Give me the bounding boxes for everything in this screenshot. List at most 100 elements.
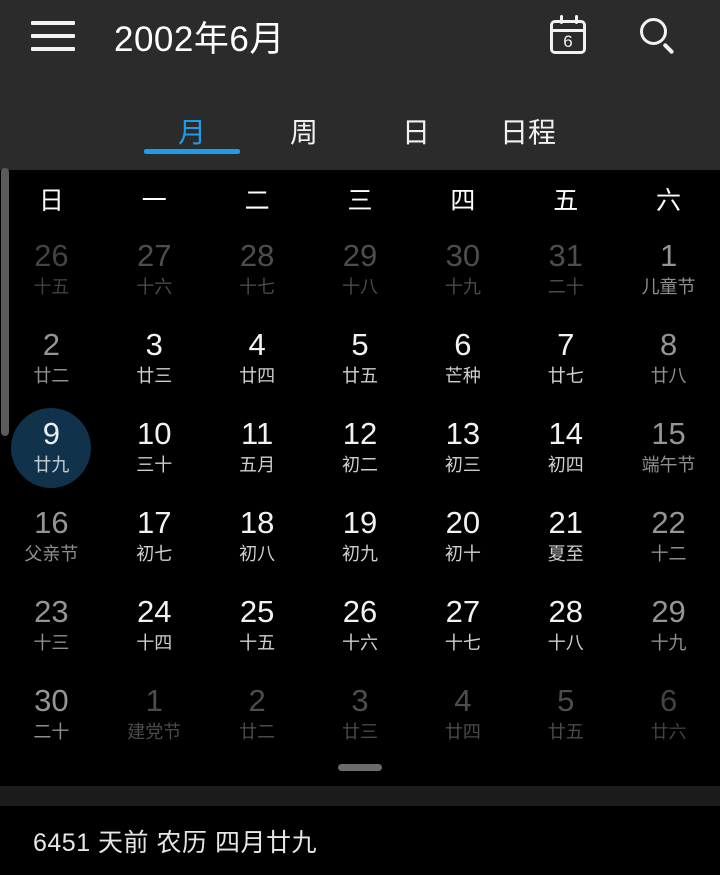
day-cell[interactable]: 11 五月 [206, 406, 309, 495]
day-cell[interactable]: 14 初四 [514, 406, 617, 495]
day-lunar-label: 五月 [239, 455, 276, 475]
day-cell[interactable]: 30 十九 [411, 228, 514, 317]
day-number: 2 [248, 683, 266, 718]
day-cell[interactable]: 5 廿五 [309, 317, 412, 406]
day-lunar-label: 廿二 [33, 366, 70, 386]
day-number: 27 [137, 238, 172, 273]
day-cell[interactable]: 5 廿五 [514, 673, 617, 762]
scrollbar-thumb[interactable] [1, 168, 9, 436]
day-number: 12 [342, 416, 378, 451]
day-number: 5 [351, 327, 369, 362]
day-lunar-label: 初四 [547, 455, 584, 475]
day-cell[interactable]: 22 十二 [617, 495, 720, 584]
day-cell[interactable]: 20 初十 [411, 495, 514, 584]
day-cell[interactable]: 16 父亲节 [0, 495, 103, 584]
day-cell[interactable]: 27 十七 [411, 584, 514, 673]
day-cell[interactable]: 15 端午节 [617, 406, 720, 495]
sheet-drag-handle[interactable] [338, 764, 382, 771]
tab-week[interactable]: 周 [248, 95, 360, 154]
view-tabs: 月 周 日 日程 [0, 95, 720, 170]
day-number: 11 [241, 416, 274, 451]
day-cell[interactable]: 31 二十 [514, 228, 617, 317]
calendar-icon-day-number: 6 [563, 32, 573, 51]
tab-day[interactable]: 日 [360, 95, 472, 154]
day-lunar-label: 廿五 [341, 366, 378, 386]
day-number: 22 [651, 505, 686, 540]
day-cell[interactable]: 8 廿八 [617, 317, 720, 406]
day-lunar-label: 廿四 [239, 366, 276, 386]
tab-agenda[interactable]: 日程 [472, 95, 584, 154]
day-cell[interactable]: 29 十九 [617, 584, 720, 673]
day-number: 8 [659, 327, 678, 362]
day-cell[interactable]: 4 廿四 [206, 317, 309, 406]
day-cell[interactable]: 21 夏至 [514, 495, 617, 584]
day-cell[interactable]: 26 十五 [0, 228, 103, 317]
day-cell[interactable]: 24 十四 [103, 584, 206, 673]
day-cell[interactable]: 28 十八 [514, 584, 617, 673]
day-lunar-label: 端午节 [641, 455, 696, 475]
day-cell[interactable]: 23 十三 [0, 584, 103, 673]
day-number: 6 [659, 683, 678, 718]
day-lunar-label: 夏至 [547, 544, 584, 564]
day-number: 26 [342, 594, 378, 629]
day-cell[interactable]: 29 十八 [309, 228, 412, 317]
day-number: 28 [548, 594, 583, 629]
day-lunar-label: 儿童节 [641, 277, 696, 297]
day-number: 24 [137, 594, 172, 629]
search-icon [636, 14, 680, 58]
day-cell[interactable]: 1 建党节 [103, 673, 206, 762]
day-cell[interactable]: 25 十五 [206, 584, 309, 673]
day-number: 4 [454, 683, 472, 718]
week-row: 26 十五 27 十六 28 十七 29 十八 30 十九 31 二十 1 儿童节 [0, 228, 720, 317]
day-lunar-label: 十五 [33, 277, 70, 297]
day-number: 1 [659, 238, 678, 273]
day-cell[interactable]: 30 二十 [0, 673, 103, 762]
day-cell[interactable]: 10 三十 [103, 406, 206, 495]
day-cell[interactable]: 2 廿二 [206, 673, 309, 762]
day-cell[interactable]: 26 十六 [309, 584, 412, 673]
day-number: 23 [34, 594, 69, 629]
vertical-scrollbar[interactable] [0, 168, 9, 775]
day-number: 29 [651, 594, 686, 629]
tab-month[interactable]: 月 [136, 95, 248, 154]
day-number: 9 [42, 416, 61, 451]
day-lunar-label: 十七 [444, 633, 481, 653]
day-cell[interactable]: 18 初八 [206, 495, 309, 584]
week-row: 2 廿二 3 廿三 4 廿四 5 廿五 6 芒种 7 廿七 8 廿八 [0, 317, 720, 406]
day-number: 7 [557, 327, 575, 362]
day-lunar-label: 十九 [650, 633, 687, 653]
day-cell[interactable]: 12 初二 [309, 406, 412, 495]
day-cell[interactable]: 3 廿三 [309, 673, 412, 762]
day-lunar-label: 廿三 [341, 722, 378, 742]
day-lunar-label: 初十 [444, 544, 481, 564]
day-lunar-label: 二十 [33, 722, 70, 742]
hamburger-menu-icon[interactable] [22, 0, 84, 72]
day-lunar-label: 十八 [341, 277, 378, 297]
day-cell[interactable]: 13 初三 [411, 406, 514, 495]
day-lunar-label: 十六 [136, 277, 173, 297]
day-cell[interactable]: 17 初七 [103, 495, 206, 584]
day-cell[interactable]: 6 廿六 [617, 673, 720, 762]
weekday-label-fri: 五 [553, 187, 579, 215]
day-cell[interactable]: 7 廿七 [514, 317, 617, 406]
day-lunar-label: 十七 [239, 277, 276, 297]
search-icon-ring [640, 18, 667, 45]
day-cell[interactable]: 2 廿二 [0, 317, 103, 406]
day-lunar-label: 建党节 [127, 722, 182, 742]
day-cell[interactable]: 19 初九 [309, 495, 412, 584]
day-cell[interactable]: 3 廿三 [103, 317, 206, 406]
week-row: 30 二十 1 建党节 2 廿二 3 廿三 4 廿四 5 廿五 6 廿六 [0, 673, 720, 762]
day-number: 4 [248, 327, 266, 362]
day-cell[interactable]: 1 儿童节 [617, 228, 720, 317]
day-number: 5 [557, 683, 575, 718]
search-button[interactable] [632, 10, 684, 62]
day-cell[interactable]: 6 芒种 [411, 317, 514, 406]
day-cell[interactable]: 27 十六 [103, 228, 206, 317]
day-cell-selected[interactable]: 9 廿九 [0, 406, 103, 495]
day-number: 6 [454, 327, 472, 362]
page-title: 2002年6月 [114, 19, 285, 59]
day-number: 3 [351, 683, 369, 718]
day-cell[interactable]: 4 廿四 [411, 673, 514, 762]
today-button[interactable]: 6 [544, 10, 596, 62]
day-cell[interactable]: 28 十七 [206, 228, 309, 317]
